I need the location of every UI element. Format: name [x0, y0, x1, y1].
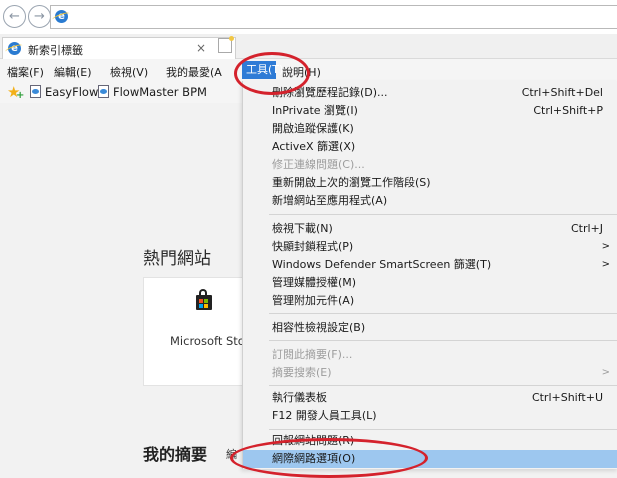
favorite-link-label: FlowMaster BPM [113, 85, 207, 99]
menu-separator [269, 429, 617, 430]
submenu-arrow-icon: > [601, 241, 610, 252]
web-page-icon [30, 85, 41, 98]
tools-dropdown-menu: 刪除瀏覽歷程記錄(D)... Ctrl+Shift+Del InPrivate 瀏… [242, 81, 617, 469]
menu-favorites[interactable]: 我的最愛(A [166, 64, 222, 80]
menu-item-delete-history[interactable]: 刪除瀏覽歷程記錄(D)... Ctrl+Shift+Del [243, 84, 617, 102]
menu-item-popup-blocker[interactable]: 快顯封鎖程式(P) > [243, 238, 617, 256]
menu-file[interactable]: 檔案(F) [7, 64, 44, 80]
tab-strip: e 新索引標籤 × [0, 34, 617, 59]
forward-arrow-icon[interactable]: → [28, 5, 51, 28]
menu-item-tracking-protection[interactable]: 開啟追蹤保護(K) [243, 120, 617, 138]
tile-label: Microsoft Sto [170, 334, 245, 348]
menu-separator [269, 340, 617, 341]
tab-new-tab[interactable]: e 新索引標籤 × [2, 37, 236, 59]
ie-logo-icon: e [8, 42, 21, 55]
menu-item-subscribe-feed: 訂閱此摘要(F)... [272, 348, 353, 361]
top-sites-heading: 熱門網站 [143, 249, 211, 269]
new-tab-icon[interactable] [218, 36, 234, 53]
menu-separator [269, 214, 617, 215]
navigation-bar: ← → e [0, 0, 617, 34]
menu-item-media-licenses[interactable]: 管理媒體授權(M) [243, 274, 617, 292]
menu-help[interactable]: 說明(H) [282, 64, 321, 80]
menu-item-compatibility-view[interactable]: 相容性檢視設定(B) [243, 319, 617, 337]
menu-item-internet-options[interactable]: 網際網路選項(O) [243, 450, 617, 468]
favorite-link-label: EasyFlow [45, 85, 99, 99]
my-feed-heading: 我的摘要 [143, 445, 208, 464]
menu-tools[interactable]: 工具(T) [242, 61, 283, 79]
favorite-link-flowmaster[interactable]: FlowMaster BPM [98, 85, 207, 99]
menu-edit[interactable]: 編輯(E) [54, 64, 92, 80]
menu-item-inprivate[interactable]: InPrivate 瀏覽(I) Ctrl+Shift+P [243, 102, 617, 120]
menu-separator [269, 385, 617, 386]
menu-item-manage-addons[interactable]: 管理附加元件(A) [243, 292, 617, 310]
menu-item-add-site-to-apps[interactable]: 新增網站至應用程式(A) [243, 192, 617, 210]
menu-view[interactable]: 檢視(V) [110, 64, 148, 80]
menu-item-feed-discovery: 摘要搜索(E) > [243, 364, 617, 382]
favorite-link-easyflow[interactable]: EasyFlow [30, 85, 98, 99]
close-tab-icon[interactable]: × [196, 41, 206, 55]
ie-logo-icon: e [55, 10, 68, 23]
address-bar[interactable]: e [50, 5, 617, 29]
menu-item-reopen-session[interactable]: 重新開啟上次的瀏覽工作階段(S) [243, 174, 617, 192]
add-favorite-star-icon[interactable]: ★ [7, 84, 25, 104]
menu-item-smartscreen[interactable]: Windows Defender SmartScreen 篩選(T) > [243, 256, 617, 274]
submenu-arrow-icon: > [601, 367, 610, 378]
feed-edit-link[interactable]: 編 [226, 446, 237, 462]
submenu-arrow-icon: > [601, 259, 610, 270]
back-arrow-icon[interactable]: ← [3, 5, 26, 28]
menu-item-report-site-problem[interactable]: 回報網站問題(R) [243, 432, 617, 450]
menu-bar: 檔案(F) 編輯(E) 檢視(V) 我的最愛(A 工具(T) 說明(H) [0, 59, 617, 81]
menu-item-dashboard[interactable]: 執行儀表板 Ctrl+Shift+U [243, 389, 617, 407]
menu-item-activex-filter[interactable]: ActiveX 篩選(X) [243, 138, 617, 156]
web-page-icon [98, 85, 109, 98]
menu-separator [269, 313, 617, 314]
microsoft-store-bag-icon [196, 289, 212, 310]
tab-title: 新索引標籤 [28, 44, 83, 57]
menu-item-view-downloads[interactable]: 檢視下載(N) Ctrl+J [243, 220, 617, 238]
menu-item-f12-devtools[interactable]: F12 開發人員工具(L) [243, 407, 617, 425]
menu-item-fix-connection: 修正連線問題(C)... [272, 158, 365, 171]
